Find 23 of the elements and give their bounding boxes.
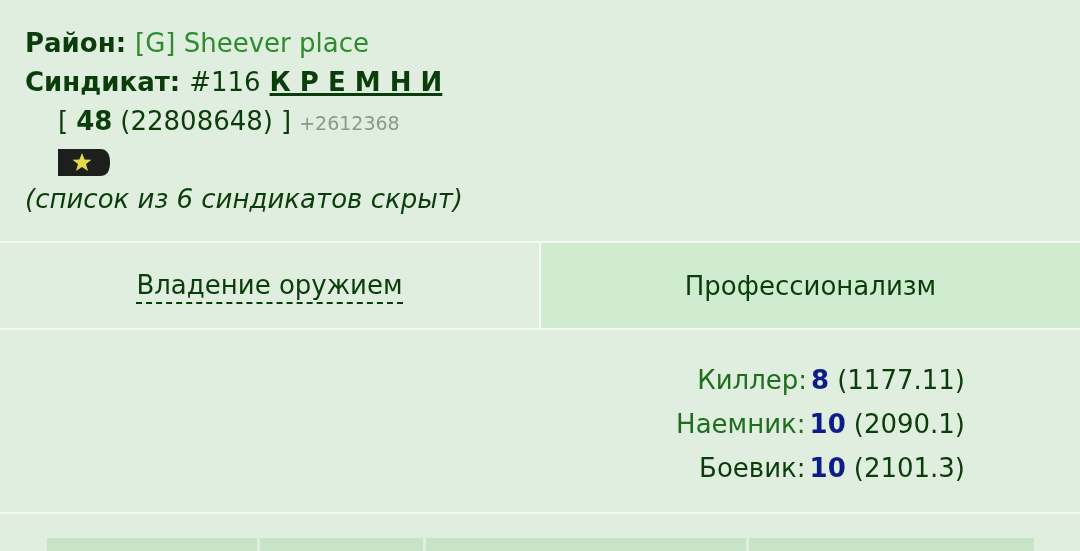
district-label: Район:	[25, 27, 127, 60]
profession-level: 10	[809, 452, 846, 485]
syndicate-number: #116	[189, 66, 261, 99]
tab[interactable]: Профессионализм	[541, 243, 1080, 328]
bracket: ]	[280, 105, 292, 138]
syndicate-link[interactable]: К Р Е М Н И	[269, 63, 443, 102]
profession-name: Боевик:	[699, 452, 806, 485]
district-value: [G] Sheever place	[135, 27, 369, 60]
profession-points: (1177.11)	[837, 364, 965, 397]
bracket: [	[58, 105, 69, 138]
profession-points: (2090.1)	[853, 408, 965, 441]
profession-name: Наемник:	[676, 408, 806, 441]
syndicate-label: Синдикат:	[25, 66, 181, 99]
rank-star-icon	[58, 149, 110, 176]
tab[interactable]: Владение оружием	[0, 243, 539, 328]
syndicate-points: (22808648)	[120, 105, 273, 138]
profession-level: 8	[811, 364, 830, 397]
profession-level: 10	[809, 408, 846, 441]
points-gain: +2612368	[299, 111, 400, 136]
profession-name: Киллер:	[697, 364, 808, 397]
profession-points: (2101.3)	[853, 452, 965, 485]
hidden-list-note: (список из 6 синдикатов скрыт)	[25, 183, 464, 216]
syndicate-level: 48	[76, 105, 113, 138]
